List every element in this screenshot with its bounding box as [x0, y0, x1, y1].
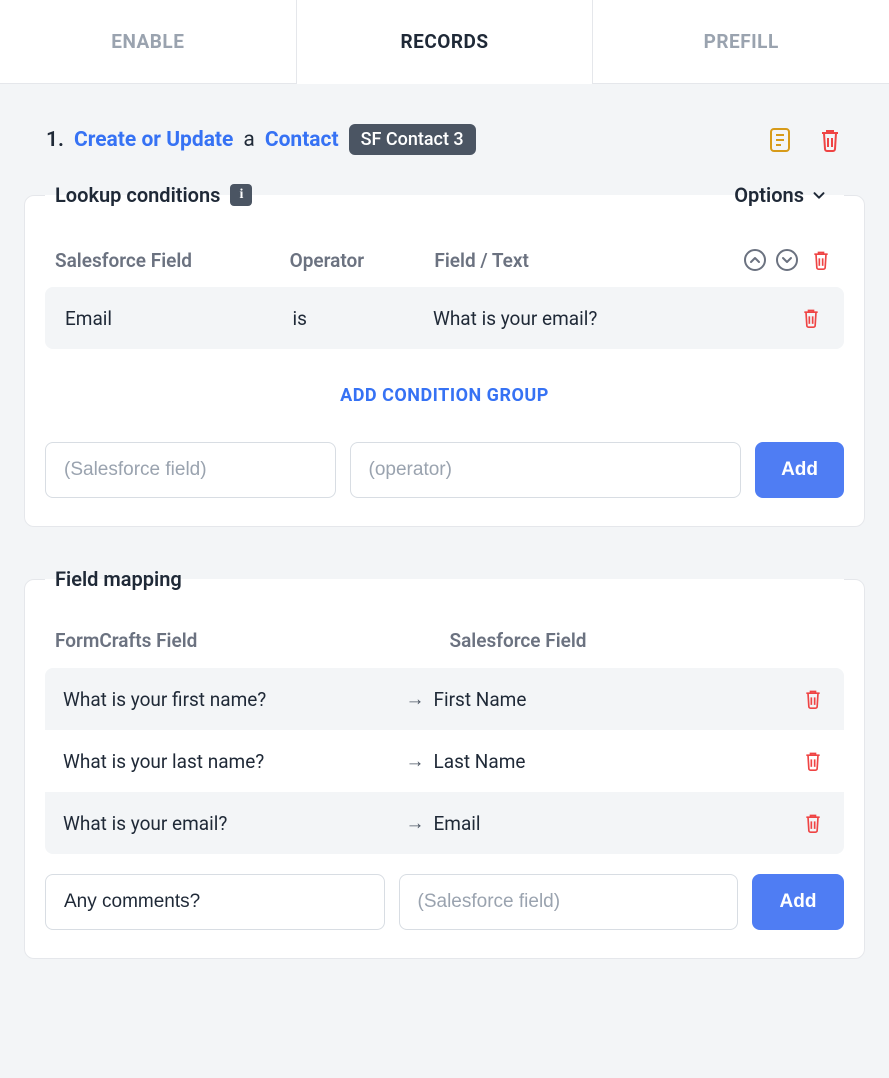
mapping-form-field[interactable]: What is your email?	[63, 812, 406, 835]
content-area: 1. Create or Update a Contact SF Contact…	[0, 84, 889, 1039]
delete-record-icon[interactable]	[817, 127, 843, 153]
condition-operator[interactable]: is	[292, 307, 423, 330]
lookup-title: Lookup conditions	[55, 183, 220, 207]
arrow-icon: →	[406, 687, 425, 711]
new-condition-field-input[interactable]	[45, 442, 336, 498]
mapping-sf-field[interactable]: Email	[434, 812, 777, 835]
mapping-header-sf: Salesforce Field	[450, 629, 785, 652]
tab-enable[interactable]: ENABLE	[0, 0, 296, 83]
arrow-icon: →	[406, 811, 425, 835]
delete-mapping-icon[interactable]	[800, 686, 826, 712]
new-condition-operator-input[interactable]	[350, 442, 742, 498]
new-mapping-sf-input[interactable]	[399, 874, 739, 930]
delete-mapping-icon[interactable]	[800, 810, 826, 836]
lookup-header-row: Salesforce Field Operator Field / Text	[45, 231, 844, 287]
tabs: ENABLE RECORDS PREFILL	[0, 0, 889, 84]
condition-value[interactable]: What is your email?	[433, 307, 694, 330]
move-up-icon[interactable]	[744, 249, 766, 271]
mapping-sf-field[interactable]: First Name	[434, 688, 777, 711]
add-condition-button[interactable]: Add	[755, 442, 844, 498]
lookup-options-label: Options	[734, 183, 804, 207]
mapping-title: Field mapping	[55, 567, 182, 591]
tab-records[interactable]: RECORDS	[296, 0, 594, 83]
condition-field[interactable]: Email	[65, 307, 282, 330]
chevron-down-icon	[810, 186, 828, 204]
mapping-form-field[interactable]: What is your last name?	[63, 750, 406, 773]
record-header: 1. Create or Update a Contact SF Contact…	[46, 124, 843, 155]
record-action-link[interactable]: Create or Update	[74, 128, 233, 152]
record-badge: SF Contact 3	[349, 124, 476, 155]
record-object-link[interactable]: Contact	[265, 128, 339, 152]
lookup-header-field: Salesforce Field	[55, 249, 280, 272]
arrow-icon: →	[406, 749, 425, 773]
record-index: 1.	[46, 128, 64, 152]
mapping-sf-field[interactable]: Last Name	[434, 750, 777, 773]
mapping-header-row: FormCrafts Field Salesforce Field	[45, 615, 844, 668]
move-down-icon[interactable]	[776, 249, 798, 271]
tab-prefill[interactable]: PREFILL	[593, 0, 889, 83]
info-icon[interactable]: i	[230, 184, 252, 206]
mapping-header-form: FormCrafts Field	[55, 629, 390, 652]
add-mapping-button[interactable]: Add	[752, 874, 844, 930]
mapping-row: What is your email? → Email	[45, 792, 844, 854]
record-joiner: a	[243, 128, 254, 152]
mapping-form-field[interactable]: What is your first name?	[63, 688, 406, 711]
lookup-panel: Lookup conditions i Options Salesforce F…	[24, 183, 865, 527]
lookup-options-dropdown[interactable]: Options	[734, 183, 834, 207]
mapping-row: What is your first name? → First Name	[45, 668, 844, 730]
lookup-condition-row: Email is What is your email?	[45, 287, 844, 349]
delete-group-icon[interactable]	[808, 247, 834, 273]
mapping-row: What is your last name? → Last Name	[45, 730, 844, 792]
add-condition-group-button[interactable]: ADD CONDITION GROUP	[45, 349, 844, 442]
new-mapping-form-input[interactable]	[45, 874, 385, 930]
mapping-add-row: Add	[45, 874, 844, 930]
mapping-rows: What is your first name? → First Name Wh…	[45, 668, 844, 854]
note-icon[interactable]	[767, 127, 793, 153]
mapping-panel: Field mapping FormCrafts Field Salesforc…	[24, 567, 865, 959]
lookup-header-operator: Operator	[290, 249, 425, 272]
delete-mapping-icon[interactable]	[800, 748, 826, 774]
delete-condition-icon[interactable]	[798, 305, 824, 331]
lookup-add-row: Add	[45, 442, 844, 498]
lookup-header-value: Field / Text	[434, 249, 704, 272]
